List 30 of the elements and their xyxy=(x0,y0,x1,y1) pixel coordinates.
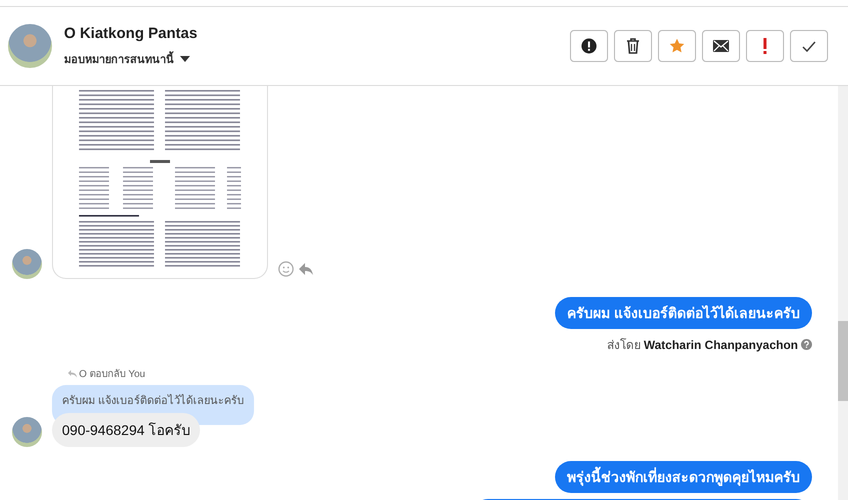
contact-name: O Kiatkong Pantas xyxy=(64,24,198,42)
alert-button[interactable] xyxy=(570,30,608,62)
reply-icon[interactable] xyxy=(298,261,314,277)
smiley-icon[interactable] xyxy=(278,261,294,277)
star-icon xyxy=(669,38,685,54)
trash-button[interactable] xyxy=(614,30,652,62)
avatar xyxy=(12,249,42,279)
mail-button[interactable] xyxy=(702,30,740,62)
check-button[interactable] xyxy=(790,30,828,62)
message-bubble: 090-9468294 โอครับ xyxy=(52,413,200,447)
alert-circle-icon xyxy=(581,38,597,54)
assign-dropdown[interactable]: มอบหมายการสนทนานี้ xyxy=(64,50,558,68)
message-bubble: ครับผม แจ้งเบอร์ติดต่อไว้ได้เลยนะครับ xyxy=(555,297,812,329)
star-button[interactable] xyxy=(658,30,696,62)
help-icon[interactable] xyxy=(801,339,812,350)
scrollbar[interactable] xyxy=(838,86,848,500)
sent-by-label: ส่งโดย xyxy=(606,337,641,354)
trash-icon xyxy=(626,38,640,54)
image-attachment[interactable] xyxy=(52,86,268,279)
check-icon xyxy=(802,40,816,52)
reply-label: O ตอบกลับ You xyxy=(79,368,146,381)
reply-arrow-icon xyxy=(68,370,77,378)
sender-name: Watcharin Chanpanyachon xyxy=(644,338,798,352)
message-bubble: พรุ่งนี้ช่วงพักเที่ยงสะดวกพูดคุยไหมครับ xyxy=(555,461,812,493)
caret-icon xyxy=(180,56,190,62)
envelope-icon xyxy=(713,40,729,52)
important-button[interactable] xyxy=(746,30,784,62)
exclamation-icon xyxy=(763,38,767,54)
avatar xyxy=(12,417,42,447)
avatar xyxy=(8,24,52,68)
